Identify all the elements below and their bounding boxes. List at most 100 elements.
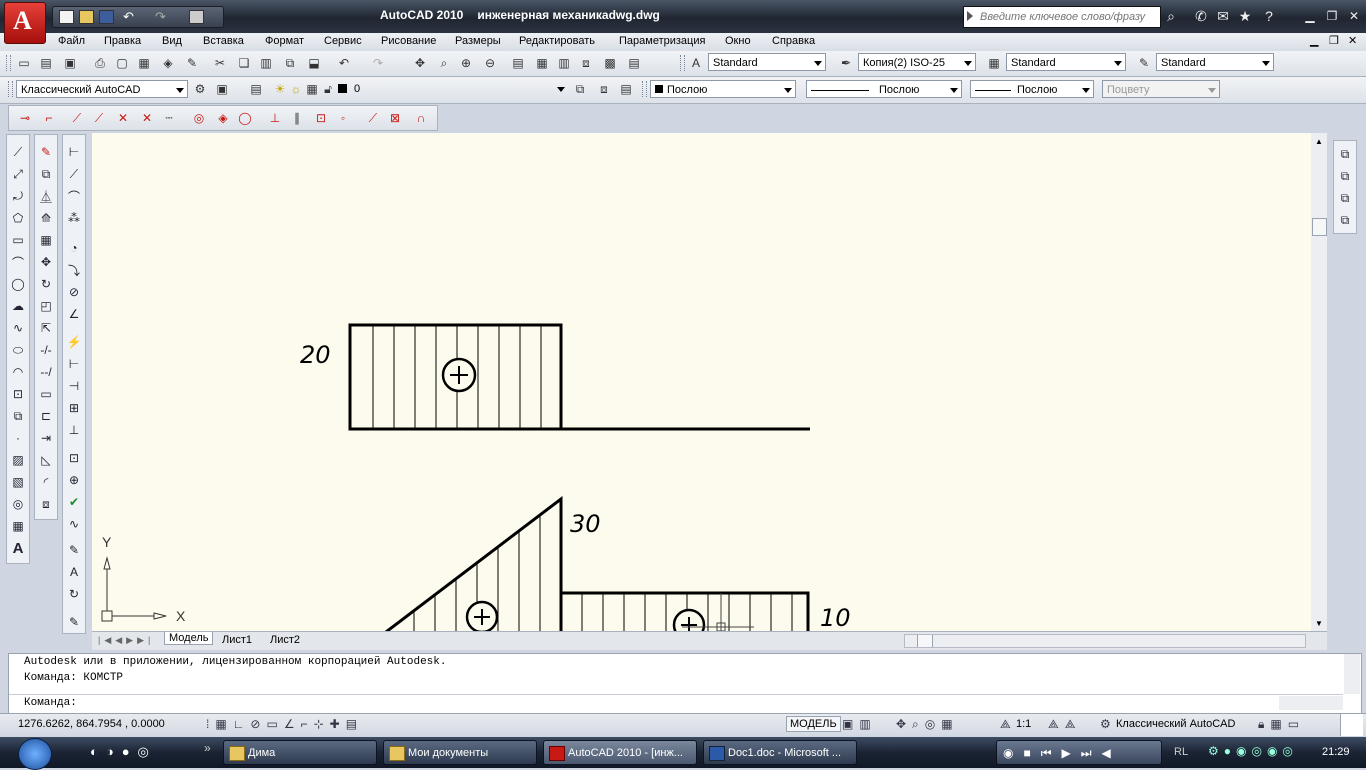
table-icon[interactable]: ▦ — [9, 517, 27, 535]
zoom-window-icon[interactable]: ⊕ — [458, 55, 474, 71]
rotate-icon[interactable]: ↻ — [37, 275, 55, 293]
dimension-break-icon[interactable]: ⊥ — [65, 421, 83, 439]
polygon-icon[interactable]: ⬠ — [9, 209, 27, 227]
insert-block-icon[interactable]: ⊡ — [9, 385, 27, 403]
snap-insert-icon[interactable]: ⊡ — [313, 110, 329, 126]
subscription-icon[interactable]: ✉ — [1214, 7, 1232, 25]
save-icon[interactable]: ▣ — [62, 55, 78, 71]
toolbar-grip[interactable] — [680, 55, 685, 71]
arc-icon[interactable]: ⌒ — [9, 253, 27, 271]
dimension-space-icon[interactable]: ⊞ — [65, 399, 83, 417]
baseline-dimension-icon[interactable]: ⊢ — [65, 355, 83, 373]
menu-parametric[interactable]: Параметризация — [619, 35, 705, 47]
center-mark-icon[interactable]: ⊕ — [65, 471, 83, 489]
make-block-icon[interactable]: ⧉ — [9, 407, 27, 425]
layer-viewport-icon[interactable]: ▦ — [304, 81, 320, 97]
tab-layout2[interactable]: Лист2 — [270, 634, 300, 646]
tool-palettes-icon[interactable]: ▥ — [556, 55, 572, 71]
inspection-icon[interactable]: ✔ — [65, 493, 83, 511]
bring-above-icon[interactable]: ⧉ — [1336, 189, 1354, 207]
qnew-icon[interactable]: ▭ — [16, 55, 32, 71]
model-space-toggle[interactable]: МОДЕЛЬ — [786, 716, 841, 732]
layer-previous-icon[interactable]: ⧈ — [596, 81, 612, 97]
temp-track-point-icon[interactable]: ⊸ — [17, 110, 33, 126]
menu-view[interactable]: Вид — [162, 35, 182, 47]
lineweight-dropdown[interactable]: Послою — [970, 80, 1094, 98]
save-icon[interactable] — [99, 10, 114, 24]
region-icon[interactable]: ◎ — [9, 495, 27, 513]
undo-icon[interactable]: ↶ — [336, 55, 352, 71]
spline-icon[interactable]: ∿ — [9, 319, 27, 337]
vertical-scrollbar[interactable]: ▲ ▼ — [1311, 133, 1327, 631]
sheet-set-icon[interactable]: ⧈ — [578, 55, 594, 71]
layer-dropdown[interactable]: 0 — [350, 80, 568, 98]
scroll-thumb[interactable] — [1312, 218, 1327, 236]
line-icon[interactable]: ⟋ — [9, 143, 27, 161]
search-expand-icon[interactable] — [967, 11, 973, 21]
send-to-back-icon[interactable]: ⧉ — [1336, 167, 1354, 185]
menu-tools[interactable]: Сервис — [324, 35, 362, 47]
multiline-text-icon[interactable]: A — [9, 539, 27, 557]
system-tray-icons[interactable]: ⚙●◉◎◉◎ — [1208, 744, 1298, 758]
start-orb-icon[interactable] — [18, 738, 52, 770]
snap-extension-icon[interactable]: ┄ — [161, 110, 177, 126]
revision-cloud-icon[interactable]: ☁ — [9, 297, 27, 315]
design-center-icon[interactable]: ▦ — [534, 55, 550, 71]
taskbar-button-my-documents[interactable]: Мои документы — [383, 740, 537, 765]
menu-modify[interactable]: Редактировать — [519, 35, 595, 47]
tolerance-icon[interactable]: ⊡ — [65, 449, 83, 467]
gradient-icon[interactable]: ▧ — [9, 473, 27, 491]
workspace-settings-gear-icon[interactable]: ⚙ — [192, 81, 208, 97]
rectangle-icon[interactable]: ▭ — [9, 231, 27, 249]
offset-icon[interactable]: ⟰ — [37, 209, 55, 227]
snap-intersection-icon[interactable]: ✕ — [115, 110, 131, 126]
explode-icon[interactable]: ⧈ — [37, 495, 55, 513]
redo-icon[interactable]: ↷ — [155, 9, 166, 25]
tab-navigation-arrows-icon[interactable]: |◀◀▶▶| — [98, 635, 154, 646]
layer-thaw-sun-icon[interactable]: ☼ — [288, 81, 304, 97]
copy-icon[interactable]: ❏ — [236, 55, 252, 71]
toolbar-grip[interactable] — [8, 81, 13, 97]
snap-node-icon[interactable]: ◦ — [335, 110, 351, 126]
arc-length-icon[interactable]: ⌒ — [65, 187, 83, 205]
snap-nearest-icon[interactable]: ⟋ — [365, 110, 381, 126]
snap-quadrant-icon[interactable]: ◈ — [215, 110, 231, 126]
preview-icon[interactable]: ▢ — [114, 55, 130, 71]
toolbar-grip[interactable] — [642, 81, 647, 97]
diameter-dimension-icon[interactable]: ⊘ — [65, 283, 83, 301]
erase-icon[interactable]: ✎ — [37, 143, 55, 161]
cut-icon[interactable]: ✂ — [212, 55, 228, 71]
osnap-settings-magnet-icon[interactable]: ∩ — [413, 110, 429, 126]
scroll-down-arrow-icon[interactable]: ▼ — [1315, 619, 1323, 628]
coordinates-readout[interactable]: 1276.6262, 864.7954 , 0.0000 — [18, 718, 165, 730]
redo-icon[interactable]: ↷ — [370, 55, 386, 71]
menu-format[interactable]: Формат — [265, 35, 304, 47]
plot-icon[interactable]: ⎙ — [92, 55, 108, 71]
annotation-visibility-icons[interactable]: ⟁⟁ — [1048, 717, 1081, 732]
aligned-dimension-icon[interactable]: ⟋ — [65, 165, 83, 183]
zoom-previous-icon[interactable]: ⊖ — [482, 55, 498, 71]
markup-icon[interactable]: ▩ — [602, 55, 618, 71]
snap-midpoint-icon[interactable]: ⟋ — [91, 110, 107, 126]
properties-icon[interactable]: ▤ — [510, 55, 526, 71]
menu-insert[interactable]: Вставка — [203, 35, 244, 47]
dimension-edit-icon[interactable]: ✎ — [65, 541, 83, 559]
layout-quickview-icons[interactable]: ▣▥ — [842, 717, 877, 731]
etransmit-icon[interactable]: ✎ — [184, 55, 200, 71]
command-hscrollbar[interactable] — [1279, 696, 1343, 710]
undo-icon[interactable]: ↶ — [123, 9, 134, 25]
taskbar-button-folder-dima[interactable]: Дима — [223, 740, 377, 765]
ellipse-arc-icon[interactable]: ◠ — [9, 363, 27, 381]
linear-dimension-icon[interactable]: ⊢ — [65, 143, 83, 161]
paste-icon[interactable]: ▥ — [258, 55, 274, 71]
linetype-dropdown[interactable]: Послою — [806, 80, 962, 98]
tab-layout1[interactable]: Лист1 — [222, 634, 252, 646]
construction-line-icon[interactable]: ⤢ — [9, 165, 27, 183]
workspace-gear-icon[interactable]: ⚙ — [1100, 717, 1111, 731]
block-editor-icon[interactable]: ⬓ — [306, 55, 322, 71]
point-icon[interactable]: · — [9, 429, 27, 447]
menu-dimension[interactable]: Размеры — [455, 35, 501, 47]
dim-style-dropdown[interactable]: Копия(2) ISO-25 — [858, 53, 976, 71]
open-folder-icon[interactable] — [79, 10, 94, 24]
mirror-icon[interactable]: ⏅ — [37, 187, 55, 205]
